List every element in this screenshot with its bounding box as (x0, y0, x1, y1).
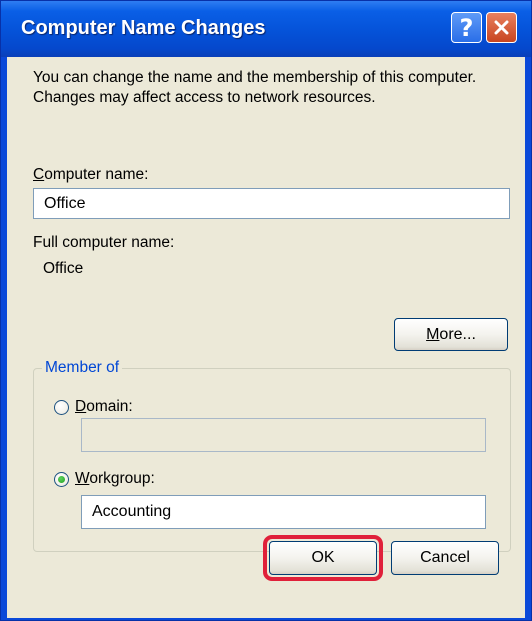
computer-name-value: Office (44, 194, 86, 212)
ok-highlight-frame (263, 535, 383, 581)
domain-label-accel: D (75, 398, 87, 415)
more-button[interactable]: More... (394, 318, 508, 351)
close-icon (494, 20, 509, 35)
close-button[interactable] (486, 12, 517, 43)
computer-name-label-accel: C (33, 166, 45, 183)
dialog-body: You can change the name and the membersh… (7, 57, 525, 618)
domain-label-rest: omain: (86, 398, 133, 415)
more-button-rest: ore... (439, 325, 476, 343)
workgroup-value: Accounting (92, 503, 172, 520)
help-icon: ? (459, 13, 474, 42)
cancel-button[interactable]: Cancel (391, 541, 499, 575)
member-of-legend: Member of (42, 359, 123, 377)
domain-input[interactable] (81, 418, 486, 452)
computer-name-label-rest: omputer name: (44, 166, 149, 183)
title-bar[interactable]: Computer Name Changes ? (1, 1, 531, 57)
intro-text: You can change the name and the membersh… (33, 69, 477, 106)
dialog-window: Computer Name Changes ? You can change t… (0, 0, 532, 621)
workgroup-label-rest: orkgroup: (89, 470, 155, 487)
domain-label: Domain: (75, 398, 133, 416)
computer-name-label: Computer name: (33, 166, 148, 184)
domain-radio[interactable] (54, 400, 69, 415)
help-button[interactable]: ? (451, 12, 482, 43)
workgroup-label-accel: W (75, 470, 90, 487)
full-computer-name-value: Office (43, 260, 84, 277)
computer-name-input[interactable]: Office (33, 188, 510, 219)
full-computer-name-label: Full computer name: (33, 234, 175, 251)
more-button-accel: M (426, 325, 440, 343)
workgroup-label: Workgroup: (75, 470, 155, 488)
cancel-button-label: Cancel (420, 549, 470, 566)
workgroup-input[interactable]: Accounting (81, 495, 486, 529)
workgroup-radio[interactable] (54, 472, 69, 487)
window-title: Computer Name Changes (21, 17, 266, 39)
